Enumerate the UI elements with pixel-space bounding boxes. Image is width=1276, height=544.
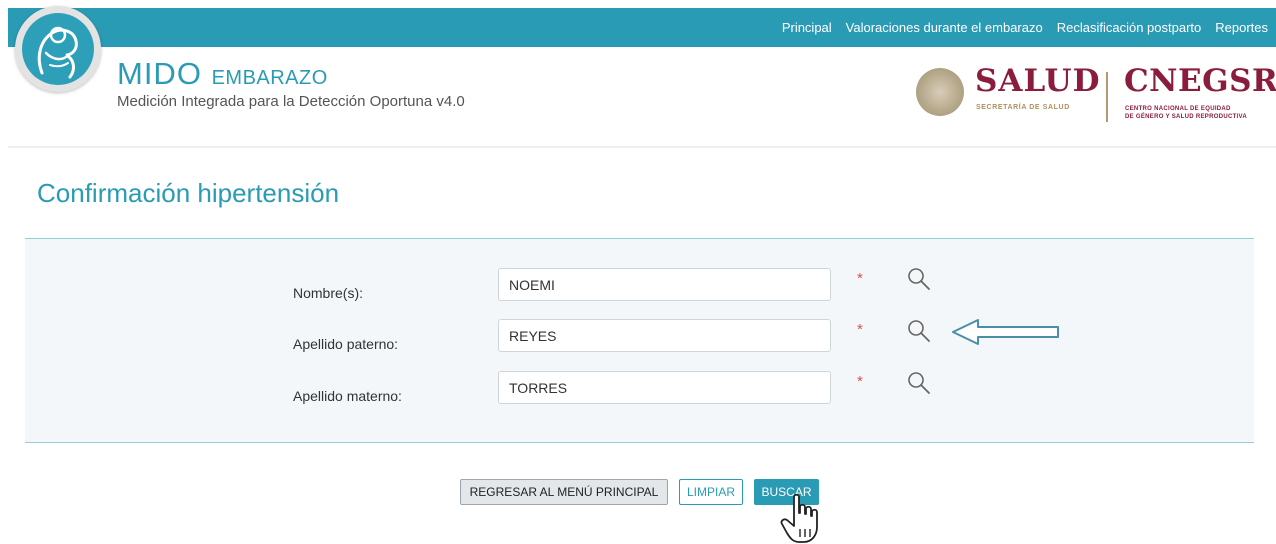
app-title: MIDO EMBARAZO (117, 58, 328, 89)
app-name-small: EMBARAZO (211, 67, 328, 89)
salud-logo-text: SALUD (975, 63, 1101, 99)
left-arrow-icon (950, 317, 1062, 347)
cnegsr-logo-text: CNEGSR (1124, 63, 1276, 99)
required-mark: * (857, 270, 863, 287)
first-name-label: Nombre(s): (293, 285, 364, 301)
mexico-seal-icon (916, 68, 964, 116)
first-name-input[interactable] (498, 268, 831, 301)
pregnancy-logo-icon (22, 13, 94, 85)
page-title: Confirmación hipertensión (37, 178, 340, 208)
cnegsr-sub-line-2: DE GÉNERO Y SALUD REPRODUCTIVA (1125, 113, 1248, 120)
back-to-menu-button[interactable]: REGRESAR AL MENÚ PRINCIPAL (460, 479, 668, 505)
cnegsr-logo-subtitle: CENTRO NACIONAL DE EQUIDAD DE GÉNERO Y S… (1125, 106, 1247, 121)
search-icon[interactable] (906, 318, 932, 344)
nav-valoraciones[interactable]: Valoraciones durante el embarazo (846, 20, 1043, 35)
app-name-main: MIDO (117, 56, 202, 91)
maternal-surname-label: Apellido materno: (293, 388, 402, 404)
paternal-surname-label: Apellido paterno: (293, 336, 399, 352)
logo-divider (1106, 72, 1108, 122)
app-logo[interactable] (15, 6, 101, 92)
salud-logo-subtitle: SECRETARÍA DE SALUD (976, 104, 1070, 111)
clear-button[interactable]: LIMPIAR (679, 479, 743, 505)
search-icon[interactable] (906, 266, 932, 292)
app-subtitle: Medición Integrada para la Detección Opo… (117, 93, 465, 110)
top-nav-bar: Principal Valoraciones durante el embara… (8, 8, 1276, 47)
paternal-surname-input[interactable] (498, 319, 831, 352)
required-mark: * (857, 373, 863, 390)
header-divider (8, 146, 1276, 148)
nav-reclasificacion[interactable]: Reclasificación postparto (1057, 20, 1202, 35)
search-button[interactable]: BUSCAR (754, 479, 819, 505)
main-nav: Principal Valoraciones durante el embara… (782, 8, 1268, 47)
search-icon[interactable] (906, 370, 932, 396)
nav-principal[interactable]: Principal (782, 20, 832, 35)
required-mark: * (857, 321, 863, 338)
maternal-surname-input[interactable] (498, 371, 831, 404)
nav-reportes[interactable]: Reportes (1215, 20, 1268, 35)
cnegsr-sub-line-1: CENTRO NACIONAL DE EQUIDAD (1125, 106, 1231, 112)
